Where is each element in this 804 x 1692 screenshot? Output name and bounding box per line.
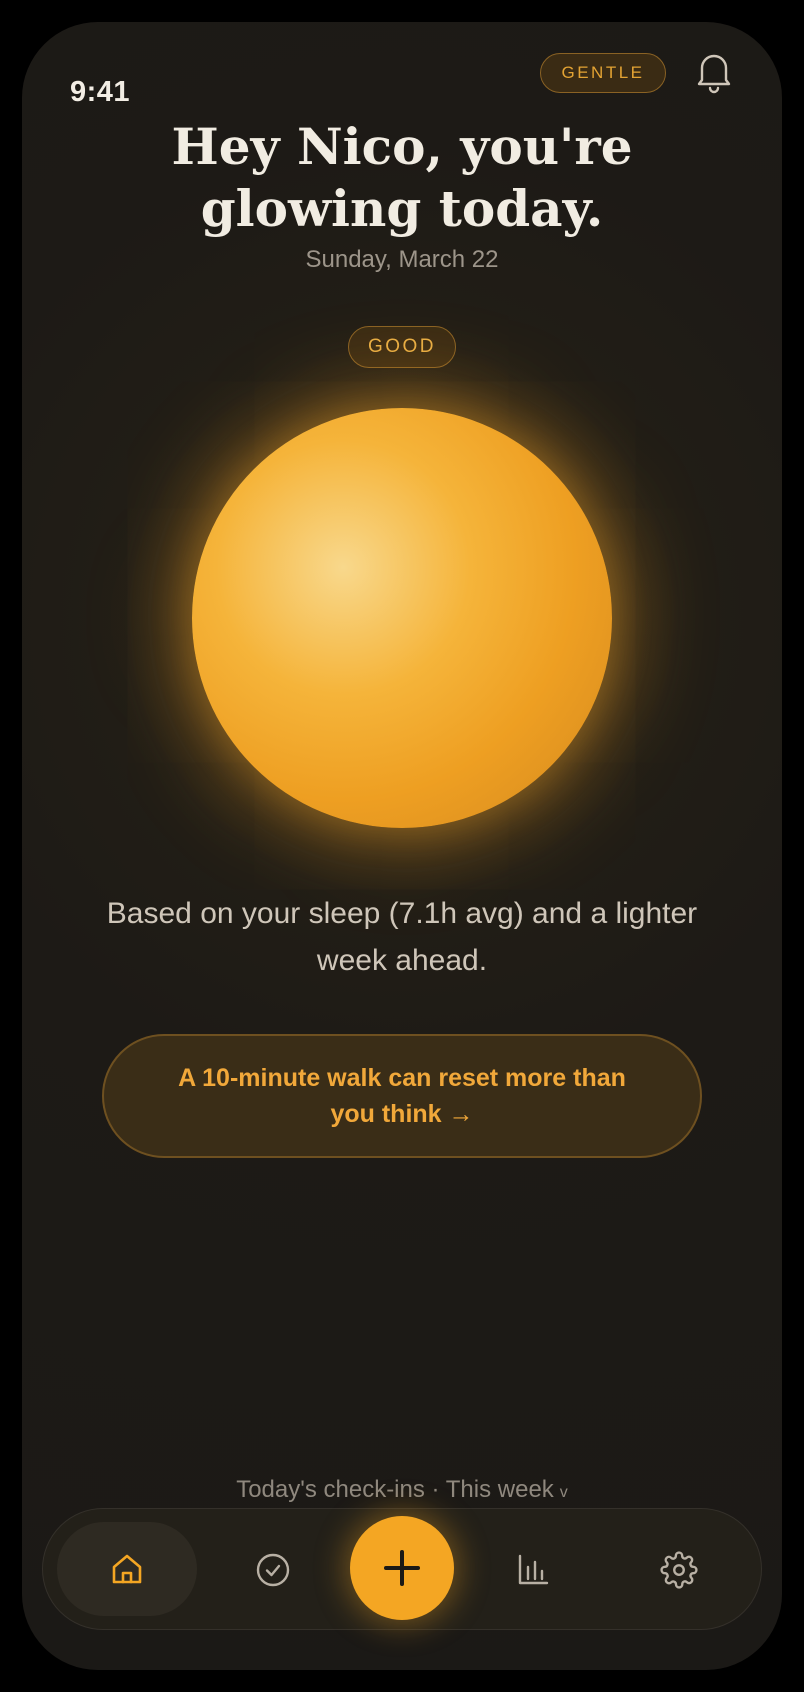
gear-icon bbox=[660, 1551, 698, 1589]
greeting-line-1: Hey Nico, you're bbox=[171, 117, 633, 176]
status-time: 9:41 bbox=[70, 76, 131, 108]
check-circle-icon bbox=[256, 1553, 290, 1587]
screen: 9:41 GENTLE Hey Nico, you're glowing tod… bbox=[22, 22, 782, 1670]
nav-insights-button[interactable] bbox=[485, 1509, 581, 1631]
nav-home-button[interactable] bbox=[57, 1522, 197, 1616]
bell-icon[interactable] bbox=[694, 50, 734, 94]
date-label: Sunday, March 22 bbox=[305, 246, 499, 273]
greeting-heading: Hey Nico, you're glowing today. bbox=[22, 116, 782, 240]
checkins-label-text: Today's check-ins · This week bbox=[236, 1476, 554, 1503]
plus-icon bbox=[384, 1550, 420, 1586]
greeting-line-2: glowing today. bbox=[200, 179, 604, 238]
add-checkin-button[interactable] bbox=[350, 1516, 454, 1620]
mode-badge[interactable]: GENTLE bbox=[540, 53, 666, 93]
nav-checkins-button[interactable] bbox=[225, 1509, 321, 1631]
chevron-down-icon: v bbox=[559, 1484, 568, 1501]
mood-orb[interactable] bbox=[192, 408, 612, 828]
tip-button[interactable]: A 10-minute walk can reset more than you… bbox=[102, 1034, 702, 1158]
nav-settings-button[interactable] bbox=[631, 1509, 727, 1631]
tip-button-label: A 10-minute walk can reset more than you… bbox=[178, 1064, 626, 1128]
home-icon bbox=[112, 1554, 142, 1584]
checkins-toggle[interactable]: Today's check-ins · This week v bbox=[22, 1476, 782, 1504]
insight-text: Based on your sleep (7.1h avg) and a lig… bbox=[106, 897, 698, 977]
bar-chart-icon bbox=[518, 1554, 549, 1585]
phone-frame: 9:41 GENTLE Hey Nico, you're glowing tod… bbox=[0, 0, 804, 1692]
